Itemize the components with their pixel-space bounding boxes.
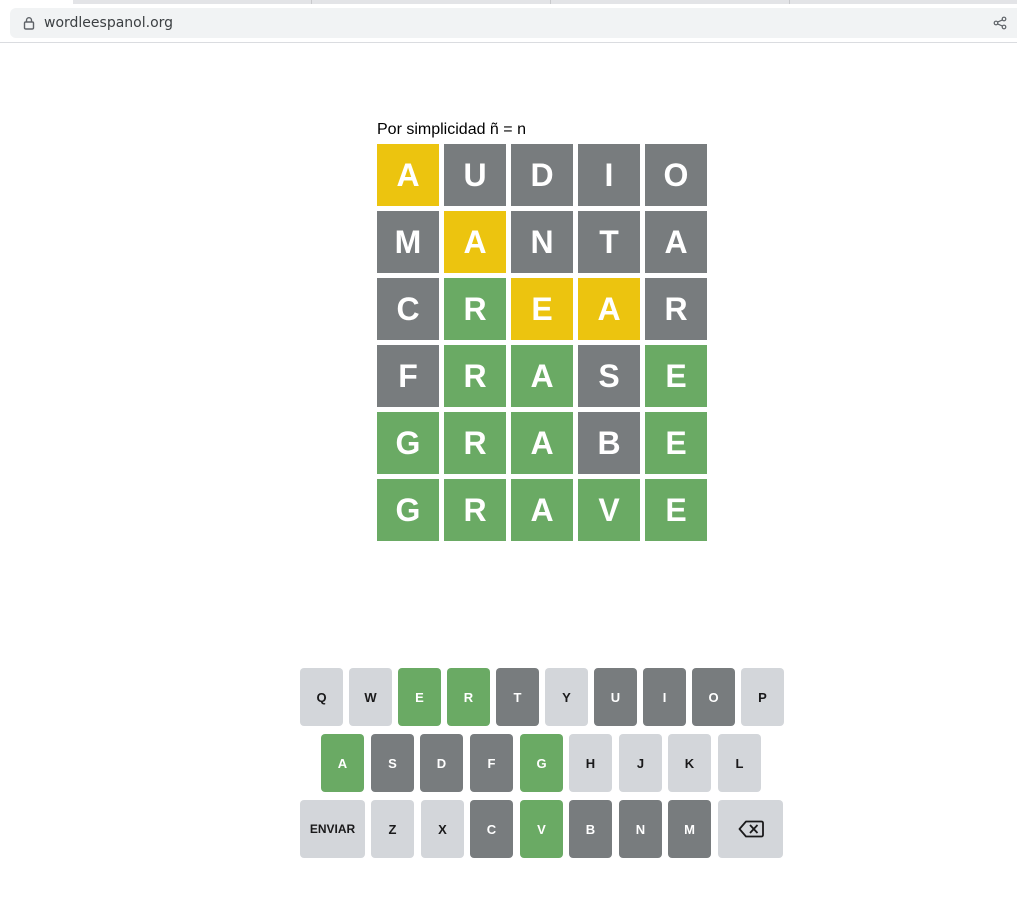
key-x[interactable]: X: [421, 800, 464, 858]
key-i[interactable]: I: [643, 668, 686, 726]
key-n[interactable]: N: [619, 800, 662, 858]
backspace-key[interactable]: [718, 800, 783, 858]
key-e[interactable]: E: [398, 668, 441, 726]
key-f[interactable]: F: [470, 734, 513, 792]
active-tab[interactable]: [0, 0, 73, 4]
keyboard-row: ENVIAR Z X C V B N M: [300, 800, 785, 858]
key-v[interactable]: V: [520, 800, 563, 858]
board-tile: A: [645, 211, 707, 273]
key-g[interactable]: G: [520, 734, 563, 792]
tab-separator: [550, 0, 551, 4]
backspace-icon: [738, 820, 764, 838]
board-tile: R: [444, 278, 506, 340]
board-tile: T: [578, 211, 640, 273]
board-tile: R: [444, 345, 506, 407]
board-tile: N: [511, 211, 573, 273]
key-l[interactable]: L: [718, 734, 761, 792]
board-tile: R: [645, 278, 707, 340]
game-board: AUDIOMANTACREARFRASEGRABEGRAVE: [377, 144, 707, 541]
board-tile: A: [511, 412, 573, 474]
key-q[interactable]: Q: [300, 668, 343, 726]
key-r[interactable]: R: [447, 668, 490, 726]
key-m[interactable]: M: [668, 800, 711, 858]
board-tile: G: [377, 412, 439, 474]
board-tile: M: [377, 211, 439, 273]
key-c[interactable]: C: [470, 800, 513, 858]
board-tile: B: [578, 412, 640, 474]
tab-separator: [311, 0, 312, 4]
board-tile: C: [377, 278, 439, 340]
board-tile: A: [377, 144, 439, 206]
board-tile: E: [645, 412, 707, 474]
board-tile: G: [377, 479, 439, 541]
key-u[interactable]: U: [594, 668, 637, 726]
simplicity-note: Por simplicidad ñ = n: [377, 121, 526, 138]
key-z[interactable]: Z: [371, 800, 414, 858]
board-tile: S: [578, 345, 640, 407]
board-tile: E: [511, 278, 573, 340]
address-bar[interactable]: wordleespanol.org: [10, 8, 1017, 38]
key-k[interactable]: K: [668, 734, 711, 792]
board-tile: R: [444, 479, 506, 541]
toolbar-divider: [0, 42, 1017, 43]
key-w[interactable]: W: [349, 668, 392, 726]
key-d[interactable]: D: [420, 734, 463, 792]
key-s[interactable]: S: [371, 734, 414, 792]
board-tile: E: [645, 479, 707, 541]
board-tile: O: [645, 144, 707, 206]
tab-separator: [789, 0, 790, 4]
lock-icon[interactable]: [22, 16, 36, 30]
board-tile: A: [444, 211, 506, 273]
key-t[interactable]: T: [496, 668, 539, 726]
board-tile: A: [578, 278, 640, 340]
key-o[interactable]: O: [692, 668, 735, 726]
board-tile: A: [511, 479, 573, 541]
key-p[interactable]: P: [741, 668, 784, 726]
keyboard-row: ASDFGHJKL: [300, 734, 785, 792]
key-j[interactable]: J: [619, 734, 662, 792]
share-icon[interactable]: [993, 16, 1007, 30]
board-tile: I: [578, 144, 640, 206]
board-tile: D: [511, 144, 573, 206]
tab-strip: [0, 0, 1017, 4]
key-a[interactable]: A: [321, 734, 364, 792]
board-tile: U: [444, 144, 506, 206]
on-screen-keyboard: Q W E R T Y U I O P A S D F G H J K L ENVIAR Z X C V B N M: [300, 668, 785, 866]
board-tile: R: [444, 412, 506, 474]
board-tile: F: [377, 345, 439, 407]
enter-key[interactable]: ENVIAR: [300, 800, 365, 858]
keyboard-row: QWERTYUIOP: [300, 668, 785, 726]
board-tile: E: [645, 345, 707, 407]
key-h[interactable]: H: [569, 734, 612, 792]
board-tile: V: [578, 479, 640, 541]
key-y[interactable]: Y: [545, 668, 588, 726]
key-b[interactable]: B: [569, 800, 612, 858]
board-tile: A: [511, 345, 573, 407]
url-text[interactable]: wordleespanol.org: [44, 15, 173, 31]
